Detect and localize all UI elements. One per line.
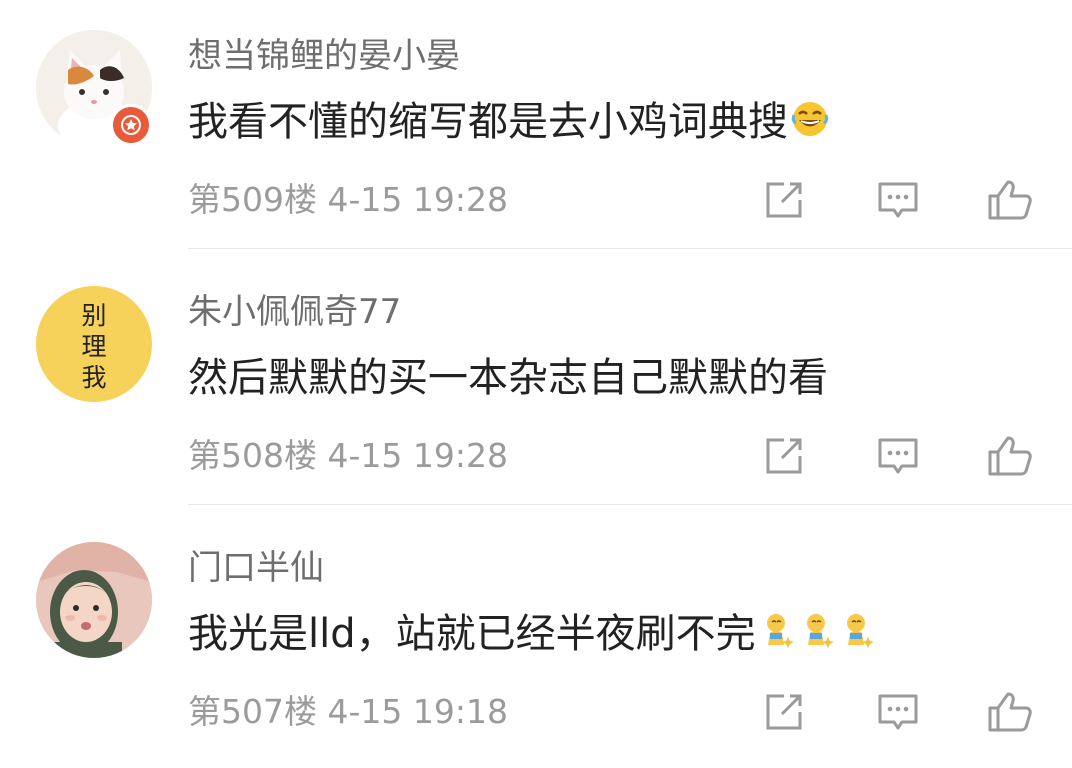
username[interactable]: 朱小佩佩奇77: [188, 292, 401, 332]
username[interactable]: 门口半仙: [188, 548, 324, 588]
comment-item: 别 理 我 朱小佩佩奇77 然后默默的买一本杂志自己默默的看 第508楼 4-1…: [0, 256, 1072, 512]
comment-meta: 第509楼 4-15 19:28: [188, 180, 508, 219]
avatar-char: 理: [81, 332, 107, 361]
like-icon[interactable]: [986, 176, 1034, 224]
avatar[interactable]: 别 理 我: [36, 286, 152, 402]
comment-meta: 第508楼 4-15 19:28: [188, 436, 508, 475]
divider: [188, 248, 1072, 249]
comment-icon[interactable]: [874, 432, 922, 480]
like-icon[interactable]: [986, 432, 1034, 480]
avatar-char: 别: [81, 301, 107, 330]
verified-badge-icon: [110, 104, 152, 146]
comment-icon[interactable]: [874, 176, 922, 224]
laughing-tears-emoji-icon: [790, 99, 830, 150]
comment-item: 门口半仙 我光是lld，站就已经半夜刷不完 第507楼 4-15 19:18: [0, 512, 1072, 768]
avatar[interactable]: [36, 542, 152, 658]
comment-text: 然后默默的买一本杂志自己默默的看: [188, 355, 828, 401]
share-icon[interactable]: [760, 688, 808, 736]
avatar-text: 别 理 我: [36, 300, 152, 393]
like-icon[interactable]: [986, 688, 1034, 736]
comment-item: 想当锦鲤的晏小晏 我看不懂的缩写都是去小鸡词典搜 第509楼 4-15 19:2…: [0, 0, 1072, 256]
comment-icon[interactable]: [874, 688, 922, 736]
avatar-char: 我: [81, 363, 107, 392]
share-icon[interactable]: [760, 432, 808, 480]
comment-text-body: 我光是lld，站就已经半夜刷不完: [188, 611, 756, 657]
baby-photo: [36, 542, 152, 658]
share-icon[interactable]: [760, 176, 808, 224]
comment-meta: 第507楼 4-15 19:18: [188, 692, 508, 731]
comment-text-body: 我看不懂的缩写都是去小鸡词典搜: [188, 99, 788, 145]
kneeling-emoji-icon: [758, 611, 878, 662]
divider: [188, 504, 1072, 505]
comment-text: 我光是lld，站就已经半夜刷不完: [188, 610, 878, 662]
username[interactable]: 想当锦鲤的晏小晏: [188, 36, 460, 76]
comment-text: 我看不懂的缩写都是去小鸡词典搜: [188, 98, 830, 150]
